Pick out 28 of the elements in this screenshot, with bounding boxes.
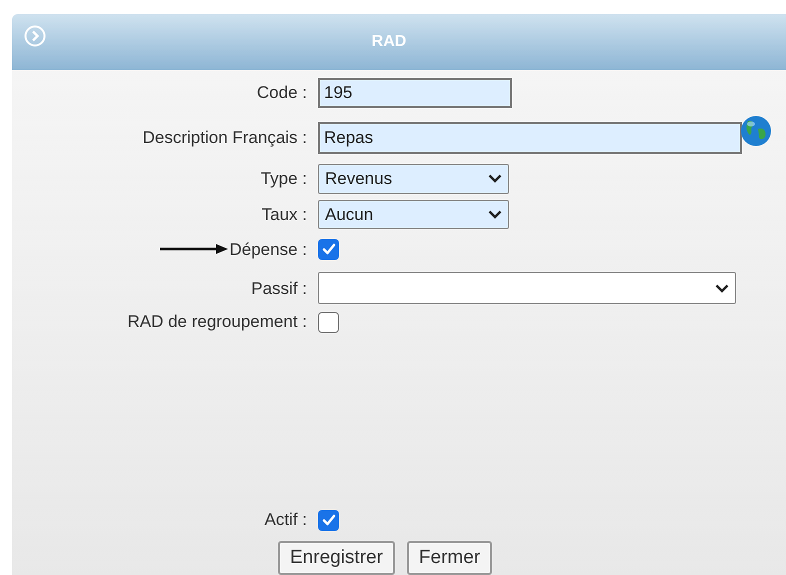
field-label: RAD de regroupement : [127,311,307,334]
arrow-right-icon [160,244,228,254]
window-title: RAD [372,32,408,52]
dropdown-value: Aucun [325,204,374,226]
chevron-down-icon [488,174,502,184]
dialog-button[interactable]: Fermer [406,541,492,575]
field-label: Actif : [263,509,308,532]
field-label: Dépense : [230,238,307,261]
dialog-button[interactable]: Enregistrer [278,541,395,575]
checkbox[interactable] [318,510,339,531]
dropdown[interactable]: Aucun [318,200,509,230]
field-label: Code : [256,82,307,104]
checkmark-icon [322,243,336,256]
chevron-down-icon [488,210,502,219]
field-label: Passif : [251,278,307,300]
checkbox[interactable] [318,312,339,333]
dropdown-value: Revenus [325,168,392,190]
dropdown[interactable]: Revenus [318,164,509,194]
text-field[interactable]: 195 [318,78,512,108]
chevron-down-icon [715,284,729,293]
text-field[interactable]: Repas [318,122,742,154]
dropdown[interactable] [318,272,736,304]
globe-icon[interactable] [740,114,772,147]
field-label: Description Français : [142,126,307,149]
checkbox[interactable] [318,238,339,260]
field-label: Taux : [262,204,307,226]
field-label: Type : [260,168,307,190]
checkmark-icon [322,514,336,526]
